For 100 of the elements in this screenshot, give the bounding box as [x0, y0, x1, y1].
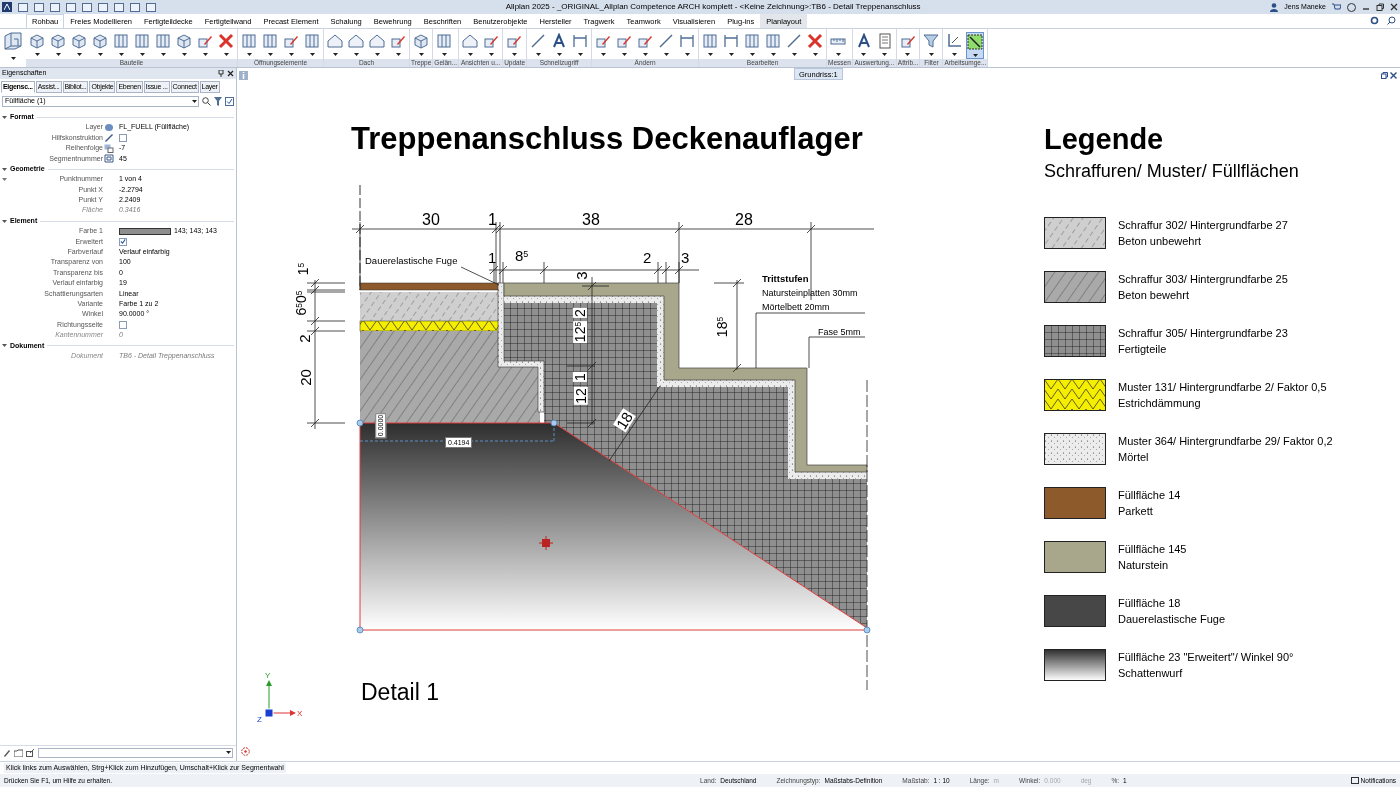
- legend-name: Muster 364/ Hintergrundfarbe 29/ Faktor 0,2: [1118, 434, 1333, 449]
- legend-name: Muster 131/ Hintergrundfarbe 2/ Faktor 0,5: [1118, 380, 1327, 395]
- collapse-icon[interactable]: [2, 167, 7, 171]
- caret-icon: [441, 53, 447, 56]
- checkbox[interactable]: [119, 321, 127, 329]
- dimension-text: 1: [572, 372, 587, 382]
- pen-icon: [104, 133, 114, 143]
- dimension-text: 2: [643, 250, 652, 265]
- caret-icon: [972, 54, 978, 57]
- pencil-icon: [390, 33, 406, 49]
- pencil-icon: [197, 33, 213, 49]
- caret-icon: [535, 53, 541, 56]
- frame-icon: [436, 33, 453, 49]
- close-icon[interactable]: [227, 70, 234, 77]
- caret-icon: [181, 53, 187, 56]
- legend-description: Beton bewehrt: [1118, 288, 1190, 303]
- dimension-text: 1: [488, 250, 497, 265]
- caret-icon: [812, 53, 818, 56]
- command-input[interactable]: [38, 747, 233, 758]
- app-icon[interactable]: [2, 2, 12, 12]
- caret-icon: [488, 53, 494, 56]
- caret-icon: [728, 53, 734, 56]
- grip-handle[interactable]: [863, 626, 871, 634]
- legend-name: Füllfläche 14: [1118, 488, 1181, 503]
- checkbox[interactable]: [119, 237, 127, 246]
- dimension-icon: [572, 33, 589, 49]
- grip-handle[interactable]: [550, 419, 558, 427]
- search-icon[interactable]: [1387, 16, 1396, 25]
- legend-swatch: [1044, 325, 1106, 357]
- caret-icon: [246, 53, 252, 56]
- collapse-icon[interactable]: [2, 178, 7, 182]
- cart-icon[interactable]: [1332, 3, 1341, 11]
- wall-icon[interactable]: [3, 31, 23, 51]
- caret-icon: [861, 53, 867, 56]
- frame-icon: [262, 33, 278, 49]
- restore-icon[interactable]: [1381, 72, 1388, 79]
- caret-icon: [226, 751, 231, 754]
- close-icon[interactable]: [1390, 72, 1397, 79]
- caret-icon: [139, 53, 145, 56]
- legend-description: Beton unbewehrt: [1118, 234, 1203, 249]
- caret-icon: [395, 53, 401, 56]
- legend-description: Mörtel: [1118, 450, 1150, 465]
- house-icon: [348, 33, 364, 49]
- grip-handle[interactable]: [356, 419, 364, 427]
- zoom-icon[interactable]: [202, 96, 211, 106]
- pencil-icon: [283, 33, 299, 49]
- restore-icon[interactable]: [1376, 3, 1384, 11]
- collapse-icon[interactable]: [2, 115, 7, 119]
- tool-button[interactable]: [945, 32, 964, 57]
- pencil-icon[interactable]: [3, 748, 11, 757]
- select-all-icon[interactable]: [225, 96, 234, 106]
- caret-icon: [34, 53, 40, 56]
- center-marker-icon[interactable]: [538, 535, 554, 551]
- dimension-text: 1: [488, 212, 497, 228]
- caret-icon: [642, 53, 648, 56]
- leader-line: [460, 266, 500, 286]
- document-icon: [876, 33, 893, 49]
- caret-icon: [76, 53, 82, 56]
- dimension-text: 2: [572, 308, 587, 318]
- folder-icon[interactable]: [14, 748, 23, 757]
- delete-icon: [218, 33, 234, 49]
- line-icon: [786, 33, 803, 49]
- block-icon: [176, 33, 192, 49]
- help-icon[interactable]: [1347, 2, 1356, 12]
- color-swatch[interactable]: [119, 228, 171, 235]
- frame-icon: [744, 33, 761, 49]
- legend-description: Naturstein: [1118, 558, 1170, 573]
- caret-icon: [97, 53, 103, 56]
- caret-icon: [882, 53, 888, 56]
- collapse-icon[interactable]: [2, 344, 7, 348]
- block-icon: [413, 33, 429, 49]
- caret-icon: [928, 53, 934, 56]
- grip-handle[interactable]: [356, 626, 364, 634]
- close-icon[interactable]: [1390, 3, 1398, 11]
- dimension-text: 30: [422, 212, 440, 228]
- export-icon[interactable]: [26, 748, 35, 757]
- checkbox[interactable]: [119, 133, 127, 142]
- house-icon: [369, 33, 385, 49]
- caret-icon: [374, 53, 380, 56]
- block-icon: [92, 33, 108, 49]
- tool-button[interactable]: [966, 32, 985, 59]
- caret-icon: [418, 53, 424, 56]
- dimension-text: 3: [573, 271, 589, 280]
- segment-icon: [104, 154, 114, 164]
- legend-swatch: [1044, 217, 1106, 249]
- snap-icon[interactable]: [241, 747, 250, 756]
- detail-label: Detail 1: [361, 681, 439, 704]
- pin-icon[interactable]: [218, 70, 224, 77]
- caret-icon: [160, 53, 166, 56]
- filter-icon[interactable]: [214, 96, 222, 106]
- settings-icon[interactable]: [1370, 16, 1379, 25]
- caret-icon: [223, 53, 229, 56]
- dimension-text: 2: [296, 334, 312, 343]
- axis-label: X: [297, 708, 303, 720]
- collapse-icon[interactable]: [2, 219, 7, 223]
- pencil-icon: [483, 33, 500, 49]
- block-icon: [71, 33, 87, 49]
- caret-icon: [118, 53, 124, 56]
- user-icon[interactable]: [1270, 2, 1279, 12]
- caret-icon: [467, 53, 473, 56]
